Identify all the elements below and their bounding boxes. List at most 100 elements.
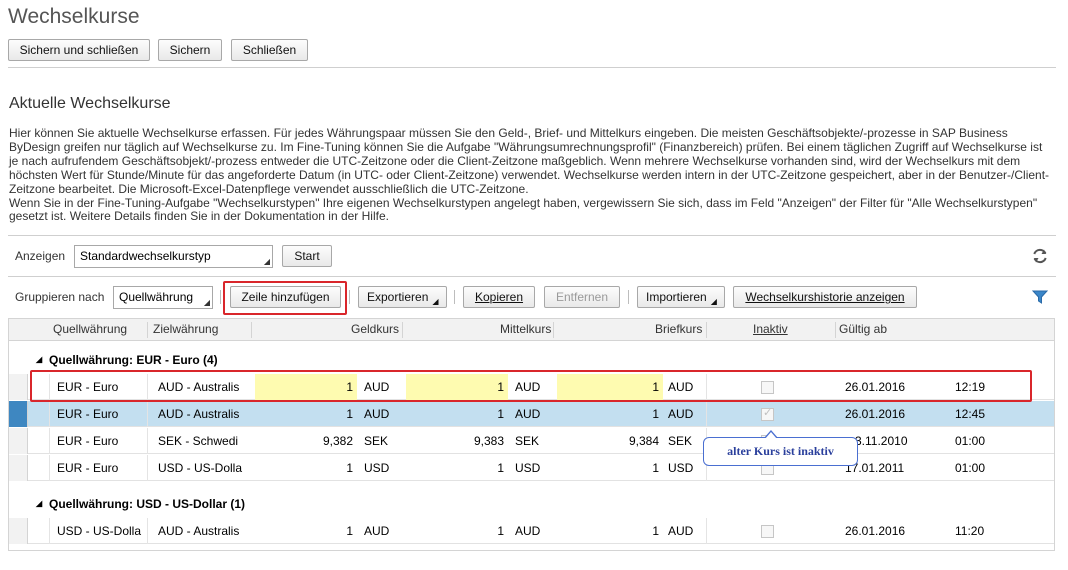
bid-currency: AUD — [364, 407, 390, 421]
collapse-triangle-icon[interactable]: ◢ — [36, 494, 42, 514]
ask-value: 1 — [652, 461, 659, 475]
mid-value: 1 — [497, 461, 504, 475]
bid-currency: SEK — [364, 434, 389, 448]
import-button[interactable]: Importieren ◢ — [637, 286, 725, 308]
collapse-triangle-icon[interactable]: ◢ — [36, 350, 42, 370]
ask-currency: SEK — [668, 434, 693, 448]
save-button[interactable]: Sichern — [158, 39, 222, 61]
show-select-value: Standardwechselkurstyp — [80, 249, 211, 263]
show-label: Anzeigen — [15, 249, 66, 263]
highlight-box — [30, 370, 1032, 402]
inactive-checkbox[interactable] — [761, 406, 774, 421]
bid-value: 1 — [346, 461, 353, 475]
source-cell: EUR - Euro — [57, 434, 119, 448]
table-row[interactable]: EUR - Euro SEK - Schwedi 9,382 SEK 9,383… — [9, 428, 1054, 454]
cell-separator — [49, 428, 50, 454]
mid-value: 1 — [497, 407, 504, 421]
toolbar-separator — [628, 290, 629, 304]
row-selector[interactable] — [9, 428, 28, 454]
valid-from-date: 26.01.2016 — [845, 407, 906, 421]
divider — [8, 276, 1056, 277]
bid-value: 1 — [346, 407, 353, 421]
description-paragraph: Hier können Sie aktuelle Wechselkurse er… — [9, 126, 1050, 196]
cell-separator — [147, 401, 148, 427]
divider — [8, 67, 1056, 68]
valid-from-time: 11:20 — [955, 524, 985, 538]
column-separator — [251, 322, 252, 338]
section-title: Aktuelle Wechselkurse — [9, 95, 171, 112]
show-select[interactable]: Standardwechselkurstyp ◢ — [74, 245, 273, 268]
ask-value: 9,384 — [628, 434, 659, 448]
cell-separator — [49, 518, 50, 544]
table-row[interactable]: USD - US-Dolla AUD - Australis 1 AUD 1 A… — [9, 518, 1054, 544]
table-row[interactable]: EUR - Euro USD - US-Dolla 1 USD 1 USD 1 … — [9, 455, 1054, 481]
column-inactive[interactable]: Inaktiv — [753, 319, 788, 341]
mid-currency: AUD — [515, 407, 541, 421]
dropdown-corner-icon: ◢ — [710, 297, 717, 306]
group-by-label: Gruppieren nach — [15, 290, 105, 304]
divider — [8, 235, 1056, 236]
cell-separator — [706, 518, 707, 544]
mid-currency: SEK — [515, 434, 540, 448]
column-source[interactable]: Quellwährung — [53, 319, 127, 341]
target-cell: SEK - Schwedi — [158, 434, 239, 448]
bid-currency: AUD — [364, 524, 390, 538]
toolbar-separator — [349, 290, 350, 304]
copy-button[interactable]: Kopieren — [463, 286, 535, 308]
show-history-button[interactable]: Wechselkurshistorie anzeigen — [733, 286, 917, 308]
table-header: Quellwährung Zielwährung Geldkurs Mittel… — [9, 319, 1054, 341]
column-separator — [402, 322, 403, 338]
row-selector[interactable] — [9, 374, 28, 400]
valid-from-date: 26.01.2016 — [845, 524, 906, 538]
ask-value: 1 — [652, 524, 659, 538]
column-valid-from[interactable]: Gültig ab — [839, 319, 887, 341]
inactive-checkbox[interactable] — [761, 525, 774, 538]
table-row[interactable]: EUR - Euro AUD - Australis 1 AUD 1 AUD 1… — [9, 401, 1054, 427]
cell-separator — [147, 518, 148, 544]
highlight-box — [223, 281, 347, 315]
column-target[interactable]: Zielwährung — [153, 319, 218, 341]
ask-currency: AUD — [668, 407, 694, 421]
exchange-rates-table: Quellwährung Zielwährung Geldkurs Mittel… — [8, 318, 1055, 551]
ask-value: 1 — [652, 407, 659, 421]
row-selector[interactable] — [9, 518, 28, 544]
group-header[interactable]: ◢ Quellwährung: EUR - Euro (4) — [9, 350, 1054, 370]
target-cell: AUD - Australis — [158, 407, 240, 421]
valid-from-date: 3.11.2010 — [855, 434, 908, 448]
ask-currency: AUD — [668, 524, 694, 538]
cell-separator — [147, 455, 148, 481]
group-by-select[interactable]: Quellwährung ◢ — [113, 286, 213, 309]
column-separator — [553, 322, 554, 338]
mid-value: 1 — [497, 524, 504, 538]
mid-value: 9,383 — [473, 434, 504, 448]
description-paragraph-2: Wenn Sie in der Fine-Tuning-Aufgabe "Wec… — [9, 195, 1038, 224]
save-and-close-button[interactable]: Sichern und schließen — [8, 39, 150, 61]
start-button[interactable]: Start — [282, 245, 332, 267]
mid-currency: USD — [515, 461, 541, 475]
close-button[interactable]: Schließen — [231, 39, 308, 61]
column-separator — [147, 322, 148, 338]
row-selector[interactable] — [9, 455, 28, 481]
row-selector[interactable] — [9, 401, 28, 427]
cell-separator — [147, 428, 148, 454]
export-label: Exportieren — [367, 290, 429, 304]
bid-value: 1 — [346, 524, 353, 538]
source-cell: EUR - Euro — [57, 407, 119, 421]
group-header[interactable]: ◢ Quellwährung: USD - US-Dollar (1) — [9, 494, 1054, 514]
group-by-value: Quellwährung — [119, 290, 194, 304]
column-ask[interactable]: Briefkurs — [655, 319, 702, 341]
dropdown-corner-icon: ◢ — [263, 257, 270, 266]
source-cell: EUR - Euro — [57, 461, 119, 475]
column-bid[interactable]: Geldkurs — [351, 319, 399, 341]
cell-separator — [49, 401, 50, 427]
page-title: Wechselkurse — [8, 5, 140, 28]
dropdown-corner-icon: ◢ — [432, 297, 439, 306]
remove-button[interactable]: Entfernen — [544, 286, 620, 308]
filter-icon[interactable] — [1031, 289, 1049, 305]
source-cell: USD - US-Dolla — [57, 524, 142, 538]
column-mid[interactable]: Mittelkurs — [500, 319, 551, 341]
group-header-label: Quellwährung: EUR - Euro (4) — [49, 353, 218, 367]
export-button[interactable]: Exportieren ◢ — [358, 286, 447, 308]
refresh-icon[interactable] — [1030, 246, 1050, 266]
import-label: Importieren — [646, 290, 707, 304]
